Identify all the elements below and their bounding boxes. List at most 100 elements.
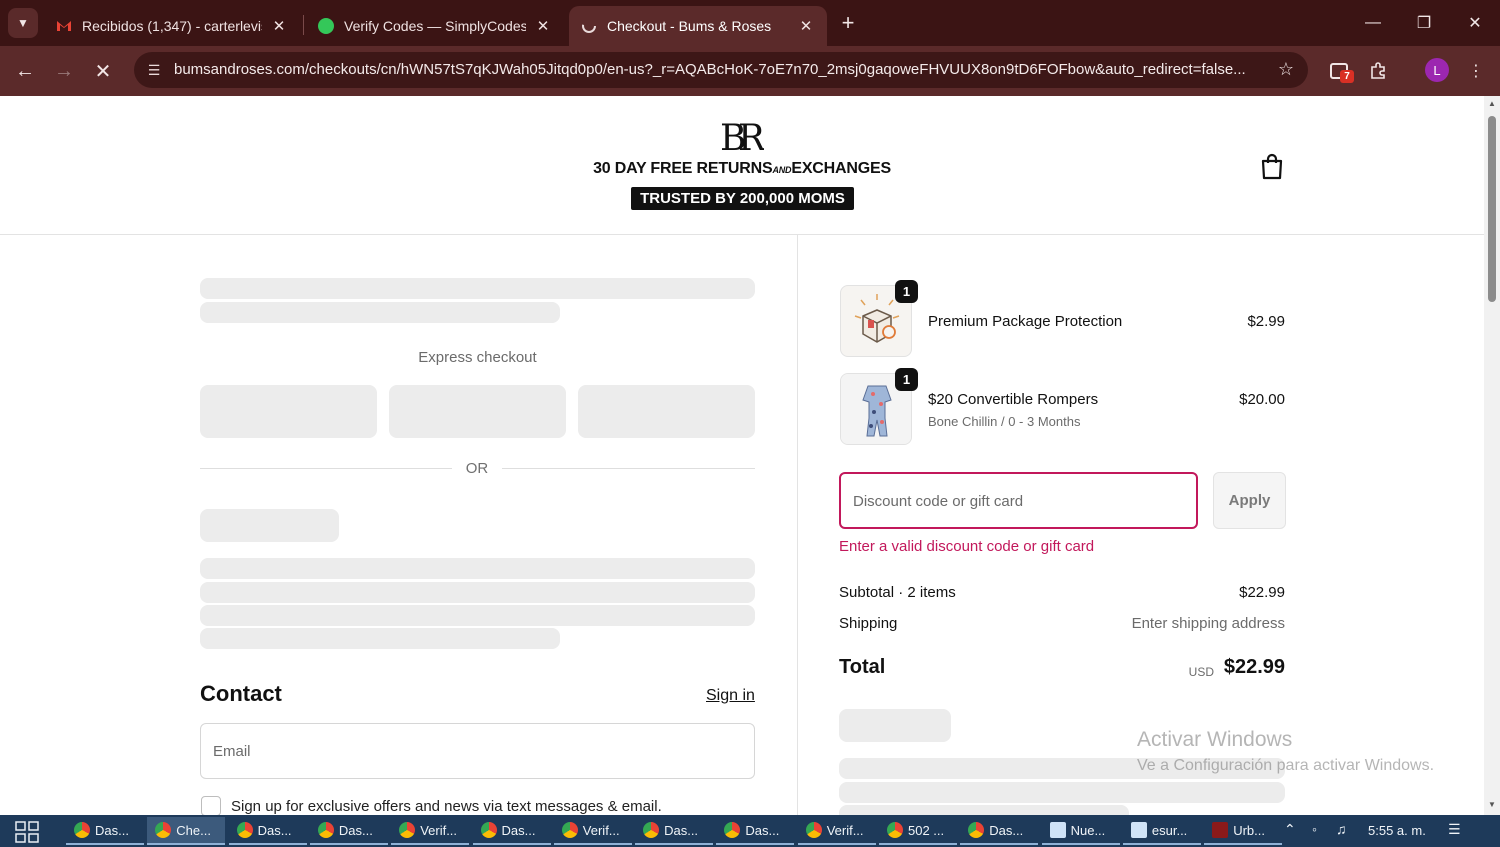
sms-optin-checkbox[interactable] xyxy=(201,796,221,815)
scroll-down-icon[interactable]: ▼ xyxy=(1488,801,1496,809)
app-icon xyxy=(317,822,334,838)
loading-skeleton xyxy=(839,805,1129,815)
checkout-form-column: Express checkout OR Contact Sign in Emai… xyxy=(0,235,797,815)
site-settings-icon[interactable]: ☰ xyxy=(144,60,164,80)
taskbar-app-button[interactable]: Das... xyxy=(472,817,551,845)
taskbar-app-button[interactable]: Das... xyxy=(66,817,144,845)
extension-badge: 7 xyxy=(1340,70,1354,83)
cart-bag-icon[interactable] xyxy=(1259,152,1285,180)
returns-banner: 30 DAY FREE RETURNSANDEXCHANGES xyxy=(593,160,891,177)
loading-skeleton xyxy=(839,782,1285,803)
express-pay-button-placeholder[interactable] xyxy=(578,385,755,438)
taskbar-app-button[interactable]: Das... xyxy=(228,817,307,845)
tab-gmail[interactable]: Recibidos (1,347) - carterlevis02 ✕ xyxy=(44,6,300,46)
taskbar-app-button[interactable]: Das... xyxy=(635,817,714,845)
taskbar-app-label: Das... xyxy=(745,822,780,838)
scroll-thumb[interactable] xyxy=(1488,116,1496,302)
subtotal-value: $22.99 xyxy=(1239,584,1285,601)
app-icon xyxy=(155,822,172,838)
express-pay-button-placeholder[interactable] xyxy=(389,385,566,438)
taskbar-app-button[interactable]: esur... xyxy=(1122,817,1201,845)
sms-optin-label[interactable]: Sign up for exclusive offers and news vi… xyxy=(231,798,662,815)
item-name: $20 Convertible Rompers xyxy=(928,391,1099,408)
taskbar-app-button[interactable]: Verif... xyxy=(797,817,876,845)
loading-skeleton xyxy=(200,302,560,323)
express-pay-button-placeholder[interactable] xyxy=(200,385,377,438)
url-text[interactable]: bumsandroses.com/checkouts/cn/hWN57tS7qK… xyxy=(174,61,1264,78)
email-placeholder: Email xyxy=(213,743,251,760)
taskbar-app-button[interactable]: Das... xyxy=(716,817,795,845)
taskbar-app-button[interactable]: Verif... xyxy=(553,817,632,845)
loading-skeleton xyxy=(200,558,755,579)
taskbar-app-button[interactable]: Nue... xyxy=(1041,817,1120,845)
tab-title: Checkout - Bums & Roses xyxy=(607,18,772,34)
task-view-icon[interactable] xyxy=(14,821,40,843)
app-icon xyxy=(643,822,660,838)
taskbar-app-label: esur... xyxy=(1151,822,1188,838)
total-label: Total xyxy=(839,656,886,678)
item-price: $20.00 xyxy=(1239,391,1285,408)
simplycodes-icon xyxy=(318,18,334,34)
tab-simplycodes[interactable]: Verify Codes — SimplyCodes ✕ xyxy=(306,6,564,46)
item-name: Premium Package Protection xyxy=(928,313,1123,330)
network-icon[interactable]: ◦ xyxy=(1312,821,1317,837)
quantity-badge: 1 xyxy=(895,368,918,391)
notifications-icon[interactable]: ☰ xyxy=(1448,821,1461,838)
express-checkout-label: Express checkout xyxy=(418,349,537,366)
taskbar-app-button[interactable]: Che... xyxy=(147,817,226,845)
discount-code-input[interactable]: Discount code or gift card xyxy=(839,472,1198,529)
app-icon xyxy=(1049,822,1066,838)
taskbar-app-label: Das... xyxy=(95,822,129,838)
taskbar-app-button[interactable]: Das... xyxy=(960,817,1039,845)
trusted-banner: TRUSTED BY 200,000 MOMS xyxy=(631,187,854,210)
address-bar[interactable]: ☰ bumsandroses.com/checkouts/cn/hWN57tS7… xyxy=(134,52,1308,88)
browser-toolbar: ← → ✕ ☰ bumsandroses.com/checkouts/cn/hW… xyxy=(0,46,1500,96)
taskbar-app-button[interactable]: Verif... xyxy=(391,817,470,845)
store-logo[interactable]: B R xyxy=(718,116,764,156)
taskbar-clock[interactable]: 5:55 a. m. xyxy=(1368,823,1426,838)
back-button[interactable]: ← xyxy=(10,56,40,86)
apply-discount-button[interactable]: Apply xyxy=(1213,472,1286,529)
windows-activation-title: Activar Windows xyxy=(1137,728,1293,751)
taskbar-app-label: Verif... xyxy=(826,822,864,838)
close-icon[interactable]: ✕ xyxy=(534,17,552,35)
loading-skeleton xyxy=(200,278,755,299)
taskbar-app-label: 502 ... xyxy=(908,822,945,838)
taskbar-app-button[interactable]: Das... xyxy=(309,817,388,845)
close-window-button[interactable]: ✕ xyxy=(1452,8,1498,38)
restore-button[interactable]: ❐ xyxy=(1401,8,1447,38)
email-field[interactable]: Email xyxy=(200,723,755,779)
scroll-up-icon[interactable]: ▲ xyxy=(1488,100,1496,108)
forward-button[interactable]: → xyxy=(49,56,79,86)
tray-expand-icon[interactable]: ⌃ xyxy=(1284,821,1296,838)
minimize-button[interactable]: — xyxy=(1350,8,1396,38)
extensions-puzzle-icon[interactable] xyxy=(1365,58,1391,84)
taskbar-app-button[interactable]: Urb... xyxy=(1204,817,1283,845)
sign-in-link[interactable]: Sign in xyxy=(706,687,755,705)
volume-icon[interactable]: ♫ xyxy=(1336,821,1347,837)
close-icon[interactable]: ✕ xyxy=(270,17,288,35)
loading-skeleton xyxy=(200,582,755,603)
tab-strip: ▼ Recibidos (1,347) - carterlevis02 ✕ Ve… xyxy=(0,0,1500,46)
page-scrollbar[interactable]: ▲ ▼ xyxy=(1484,96,1500,815)
app-icon xyxy=(968,822,985,838)
gmail-icon xyxy=(56,18,72,34)
profile-avatar[interactable]: L xyxy=(1425,58,1449,82)
tab-checkout[interactable]: Checkout - Bums & Roses ✕ xyxy=(569,6,827,46)
app-icon xyxy=(805,822,822,838)
close-icon[interactable]: ✕ xyxy=(797,17,815,35)
bookmark-star-icon[interactable]: ☆ xyxy=(1278,59,1294,80)
extension-icon[interactable]: 7 xyxy=(1326,58,1354,84)
tab-search-button[interactable]: ▼ xyxy=(8,8,38,38)
windows-taskbar: Das... Che... Das... Das... Verif... Das... Ve… xyxy=(0,815,1500,847)
stop-loading-button[interactable]: ✕ xyxy=(88,56,118,86)
taskbar-app-label: Verif... xyxy=(582,822,620,838)
app-icon xyxy=(399,822,416,838)
total-currency: USD xyxy=(1188,665,1214,679)
browser-menu-icon[interactable]: ⋮ xyxy=(1463,58,1489,84)
divider xyxy=(502,468,755,469)
app-icon xyxy=(724,822,741,838)
new-tab-button[interactable]: + xyxy=(836,10,860,35)
taskbar-app-button[interactable]: 502 ... xyxy=(879,817,957,845)
total-value: $22.99 xyxy=(1223,656,1285,678)
